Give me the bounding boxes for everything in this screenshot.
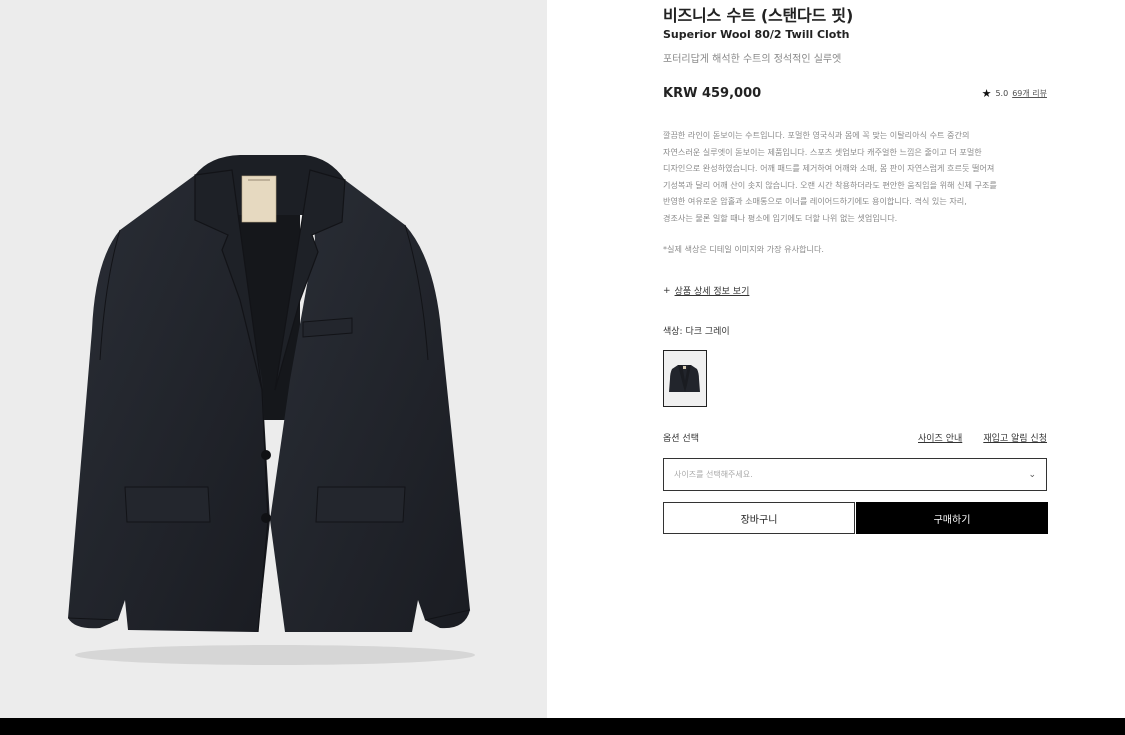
reviews-link[interactable]: 69개 리뷰 <box>1012 88 1047 99</box>
size-select-placeholder: 사이즈를 선택해주세요. <box>674 470 753 479</box>
description-line: 경조사는 물론 일할 때나 평소에 입기에도 더할 나위 없는 셋업입니다. <box>663 212 898 223</box>
product-rating: ★ 5.0 69개 리뷰 <box>982 87 1047 100</box>
description-line: 반영한 여유로운 암홀과 소매통으로 이너를 레이어드하기에도 용이합니다. 격… <box>663 196 967 207</box>
swatch-jacket-thumbnail <box>669 365 700 392</box>
option-label: 옵션 선택 <box>663 434 699 444</box>
product-subtitle: Superior Wool 80/2 Twill Cloth <box>663 28 850 41</box>
description-line: 디자인으로 완성하였습니다. 어깨 패드를 제거하여 어깨와 소매, 몸 판이 … <box>663 163 995 174</box>
description-line: 깔끔한 라인이 돋보이는 수트입니다. 포멀한 영국식과 몸에 꼭 맞는 이탈리… <box>663 130 970 140</box>
bottom-bar <box>0 718 1125 735</box>
star-icon: ★ <box>981 87 992 100</box>
add-to-cart-button[interactable]: 장바구니 <box>663 502 855 534</box>
detail-info-link[interactable]: + 상품 상세 정보 보기 <box>663 284 750 298</box>
buy-now-button[interactable]: 구매하기 <box>856 502 1048 534</box>
jacket-image <box>67 155 475 665</box>
color-label: 색상: 다크 그레이 <box>663 327 730 337</box>
color-note: *실제 색상은 디테일 이미지와 가장 유사합니다. <box>663 244 824 254</box>
detail-info-label: 상품 상세 정보 보기 <box>674 287 750 297</box>
size-guide-link[interactable]: 사이즈 안내 <box>918 431 962 444</box>
product-image-panel <box>0 0 547 718</box>
product-description: 깔끔한 라인이 돋보이는 수트입니다. 포멀한 영국식과 몸에 꼭 맞는 이탈리… <box>663 127 1047 227</box>
restock-alert-link[interactable]: 재입고 알림 신청 <box>983 431 1047 444</box>
product-tagline: 포터리답게 해석한 수트의 정석적인 실루엣 <box>663 54 842 65</box>
plus-icon: + <box>663 285 671 296</box>
description-line: 기성복과 달리 어깨 산이 솟지 않습니다. 오랜 시간 착용하더라도 편안한 … <box>663 179 997 190</box>
size-select[interactable]: 사이즈를 선택해주세요. ⌄ <box>663 458 1047 491</box>
product-title: 비즈니스 수트 (스탠다드 핏) <box>663 6 854 25</box>
color-swatch-dark-gray[interactable] <box>663 350 707 407</box>
chevron-down-icon: ⌄ <box>1028 469 1036 480</box>
description-line: 자연스러운 실루엣이 돋보이는 제품입니다. 스포츠 셋업보다 캐주얼한 느낌은… <box>663 146 982 157</box>
product-price: KRW 459,000 <box>663 86 762 101</box>
rating-value: 5.0 <box>995 89 1009 98</box>
